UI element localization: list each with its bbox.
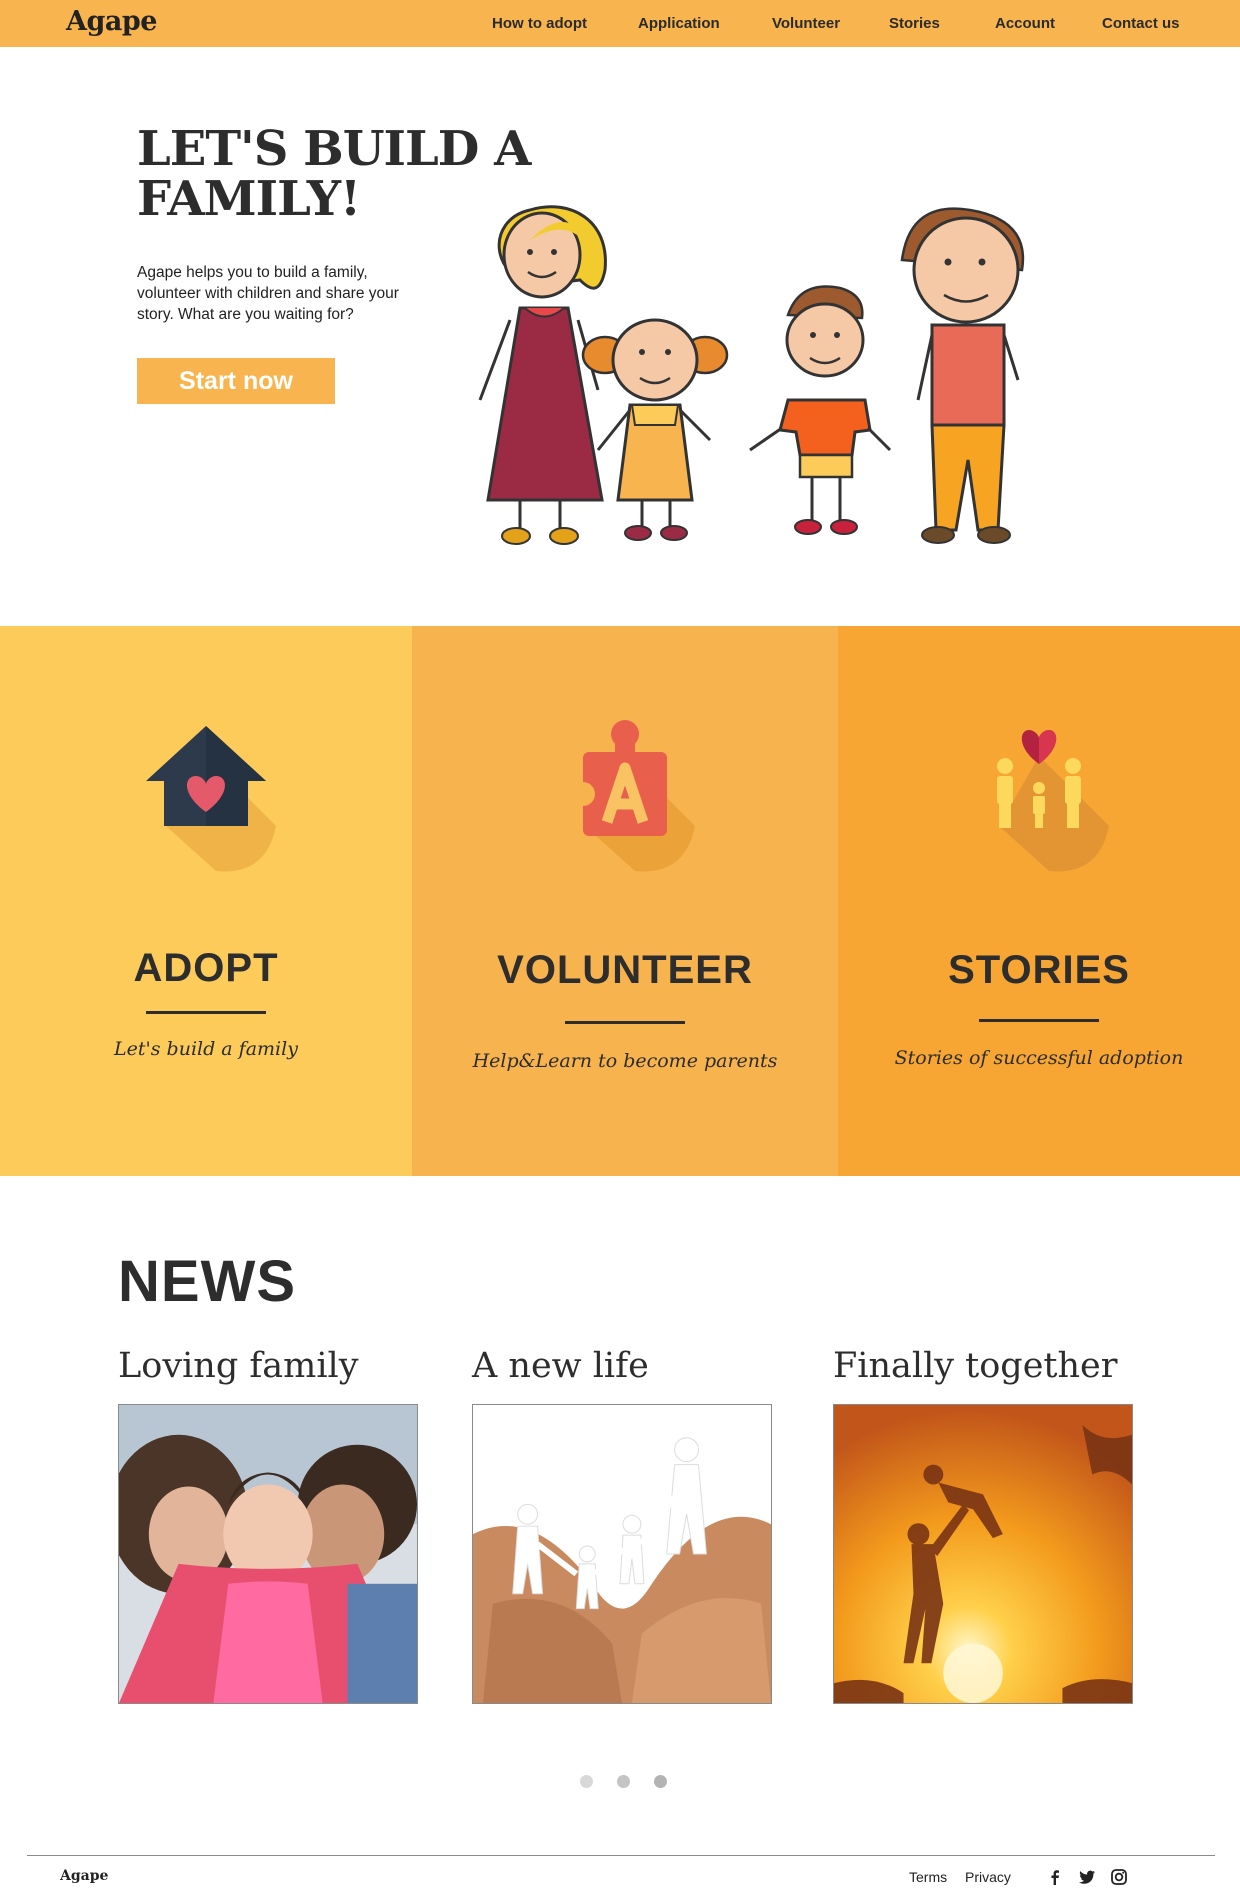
privacy-link[interactable]: Privacy bbox=[965, 1869, 1011, 1885]
family-illustration bbox=[478, 205, 1025, 545]
nav-contact-us[interactable]: Contact us bbox=[1102, 15, 1180, 32]
carousel-dot-1[interactable] bbox=[580, 1775, 593, 1788]
facebook-icon[interactable] bbox=[1046, 1868, 1064, 1886]
sunset-parent-child-photo bbox=[833, 1404, 1133, 1704]
footer-divider bbox=[27, 1855, 1215, 1856]
puzzle-piece-icon bbox=[571, 720, 695, 872]
boy-figure bbox=[749, 285, 892, 535]
paper-family-hands-photo bbox=[472, 1404, 772, 1704]
carousel-dot-3[interactable] bbox=[654, 1775, 667, 1788]
carousel-dots bbox=[0, 1775, 1240, 1791]
father-figure bbox=[900, 207, 1025, 544]
adopt-title: ADOPT bbox=[133, 946, 279, 990]
terms-link[interactable]: Terms bbox=[909, 1869, 947, 1885]
nav-stories[interactable]: Stories bbox=[889, 15, 940, 32]
top-nav: Agape How to adopt Application Volunteer… bbox=[0, 0, 1240, 47]
carousel-dot-2[interactable] bbox=[617, 1775, 630, 1788]
stories-subtitle: Stories of successful adoption bbox=[894, 1047, 1184, 1069]
nav-how-to-adopt[interactable]: How to adopt bbox=[492, 15, 587, 32]
family-heart-icon bbox=[997, 730, 1109, 872]
stories-title: STORIES bbox=[948, 948, 1130, 992]
volunteer-title: VOLUNTEER bbox=[497, 948, 753, 992]
volunteer-subtitle: Help&Learn to become parents bbox=[472, 1050, 778, 1072]
news-card-a-new-life[interactable]: A new life bbox=[472, 1346, 772, 1704]
hero-description: Agape helps you to build a family, volun… bbox=[137, 264, 399, 323]
news-title: Loving family bbox=[118, 1346, 359, 1386]
adopt-divider bbox=[146, 1011, 266, 1014]
mother-figure bbox=[478, 205, 607, 545]
instagram-icon[interactable] bbox=[1110, 1868, 1128, 1886]
panel-volunteer[interactable]: VOLUNTEER Help&Learn to become parents bbox=[412, 626, 838, 1176]
panel-adopt[interactable]: ADOPT Let's build a family bbox=[0, 626, 412, 1176]
nav-links: How to adopt Application Volunteer Stori… bbox=[0, 15, 1240, 35]
twitter-icon[interactable] bbox=[1078, 1868, 1096, 1886]
footer-brand[interactable]: Agape bbox=[60, 1868, 108, 1884]
stories-divider bbox=[979, 1019, 1099, 1022]
nav-volunteer[interactable]: Volunteer bbox=[772, 15, 840, 32]
nav-account[interactable]: Account bbox=[995, 15, 1055, 32]
girl-figure bbox=[581, 318, 729, 541]
news-heading: NEWS bbox=[118, 1249, 296, 1314]
start-now-button[interactable]: Start now bbox=[137, 358, 335, 404]
news-title: A new life bbox=[472, 1346, 649, 1386]
news-card-finally-together[interactable]: Finally together bbox=[833, 1346, 1133, 1704]
news-title: Finally together bbox=[833, 1346, 1118, 1386]
panel-stories[interactable]: STORIES Stories of successful adoption bbox=[838, 626, 1240, 1176]
family-photo bbox=[118, 1404, 418, 1704]
adopt-subtitle: Let's build a family bbox=[114, 1038, 298, 1060]
house-heart-icon bbox=[146, 726, 276, 872]
volunteer-divider bbox=[565, 1021, 685, 1024]
news-card-loving-family[interactable]: Loving family bbox=[118, 1346, 418, 1704]
nav-application[interactable]: Application bbox=[638, 15, 720, 32]
